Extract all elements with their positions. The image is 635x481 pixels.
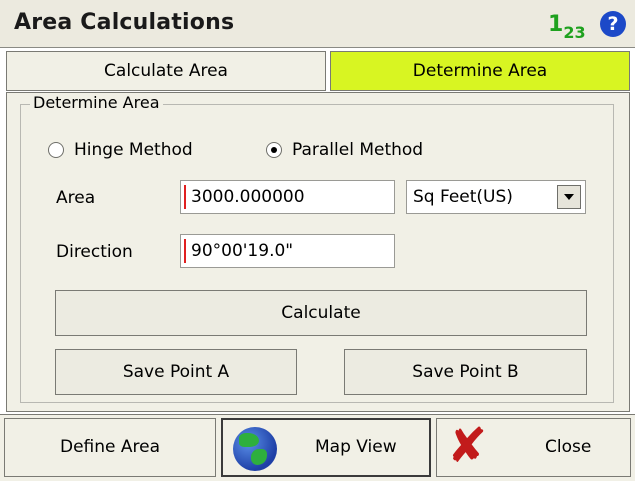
calculate-button[interactable]: Calculate: [55, 290, 587, 336]
globe-icon: [233, 427, 277, 471]
close-label: Close: [545, 437, 592, 457]
unit-select-value: Sq Feet(US): [413, 187, 513, 207]
numeric-input-icon-2: 2: [563, 23, 575, 43]
parallel-method-label: Parallel Method: [292, 140, 424, 160]
numeric-input-icon-1: 1: [548, 12, 564, 37]
radio-unchecked-icon: [48, 142, 64, 158]
hinge-method-label: Hinge Method: [74, 140, 193, 160]
numeric-input-icon-3: 3: [574, 23, 586, 43]
area-input[interactable]: 3000.000000: [180, 180, 395, 214]
hinge-method-radio[interactable]: Hinge Method: [48, 140, 193, 160]
chevron-down-icon[interactable]: [557, 185, 581, 209]
unit-select[interactable]: Sq Feet(US): [406, 180, 586, 214]
tab-calculate-area[interactable]: Calculate Area: [6, 51, 326, 91]
window-title: Area Calculations: [14, 10, 235, 35]
radio-checked-icon: [266, 142, 282, 158]
numeric-input-icon[interactable]: 123: [548, 12, 586, 43]
tab-determine-area[interactable]: Determine Area: [330, 51, 630, 91]
group-title: Determine Area: [30, 93, 163, 112]
close-x-icon: ✘: [447, 418, 488, 474]
area-calculations-window: Area Calculations 123 ? Calculate Area D…: [0, 0, 635, 481]
direction-input[interactable]: 90°00'19.0": [180, 234, 395, 268]
save-point-b-button[interactable]: Save Point B: [344, 349, 587, 395]
map-view-label: Map View: [315, 437, 397, 457]
parallel-method-radio[interactable]: Parallel Method: [266, 140, 423, 160]
direction-label: Direction: [56, 242, 133, 262]
define-area-button[interactable]: Define Area: [4, 418, 216, 477]
title-bar: Area Calculations 123 ?: [0, 0, 635, 48]
help-icon[interactable]: ?: [600, 11, 626, 37]
save-point-a-button[interactable]: Save Point A: [55, 349, 297, 395]
area-label: Area: [56, 188, 96, 208]
